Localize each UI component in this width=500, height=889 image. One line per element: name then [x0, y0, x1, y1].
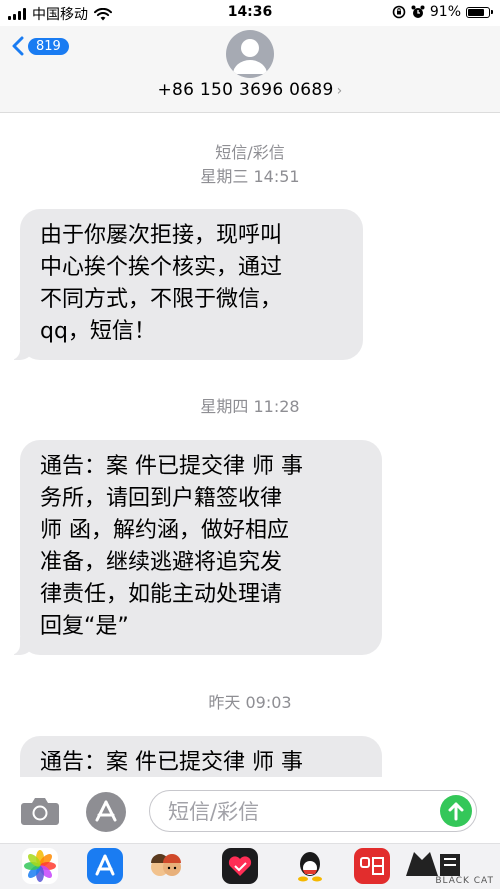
message-bubble[interactable]: 通告：案 件已提交律 师 事 务所，请回到户籍签收律 师 函，解约涵，做好相应 … — [10, 440, 382, 655]
lock-rotation-icon — [392, 5, 406, 19]
send-button[interactable] — [440, 795, 472, 827]
alarm-icon — [411, 5, 425, 18]
app-drawer: BLACK CAT — [0, 843, 500, 889]
conversation-header: 819 +86 150 3696 0689 › — [0, 26, 500, 113]
black-cat-logo: BLACK CAT — [398, 846, 498, 888]
timestamp: 昨天 09:03 — [208, 693, 292, 712]
chevron-right-icon: › — [336, 83, 343, 99]
battery-icon — [466, 6, 493, 18]
contact-number: +86 150 3696 0689 — [157, 80, 334, 100]
timestamp: 星期三 14:51 — [200, 167, 300, 186]
contact-avatar-icon[interactable] — [226, 30, 274, 78]
message-bubble[interactable]: 通告：案 件已提交律 师 事 务所，请回到户籍签收律 — [20, 736, 382, 777]
message-input-field[interactable] — [149, 790, 477, 832]
service-label: 短信/彩信 — [215, 143, 285, 162]
digital-touch-icon[interactable] — [222, 848, 258, 884]
back-chevron-icon — [12, 36, 24, 56]
unread-count-badge: 819 — [28, 37, 69, 55]
compose-bar — [0, 777, 500, 843]
send-arrow-icon — [448, 802, 464, 821]
status-bar: 中国移动 14:36 91% — [0, 0, 500, 26]
app-store-drawer-icon[interactable] — [87, 848, 123, 884]
changba-icon[interactable] — [354, 848, 390, 884]
battery-percent: 91% — [429, 4, 461, 20]
camera-icon[interactable] — [20, 794, 60, 826]
memoji-icon[interactable] — [148, 848, 184, 884]
status-right: 91% — [392, 4, 493, 20]
watermark-text: BLACK CAT — [435, 876, 494, 886]
timestamp: 星期四 11:28 — [200, 397, 300, 416]
app-store-icon[interactable] — [86, 792, 126, 832]
qq-icon[interactable] — [292, 848, 328, 884]
contact-name-button[interactable]: +86 150 3696 0689 › — [0, 80, 500, 100]
message-input[interactable] — [166, 797, 430, 827]
photos-app-icon[interactable] — [22, 848, 58, 884]
back-button[interactable]: 819 — [12, 36, 69, 56]
message-thread[interactable]: 短信/彩信 星期三 14:51 由于你屡次拒接，现呼叫 中心挨个挨个核实，通过 … — [0, 113, 500, 777]
message-bubble[interactable]: 由于你屡次拒接，现呼叫 中心挨个挨个核实，通过 不同方式，不限于微信， qq，短… — [10, 209, 363, 360]
